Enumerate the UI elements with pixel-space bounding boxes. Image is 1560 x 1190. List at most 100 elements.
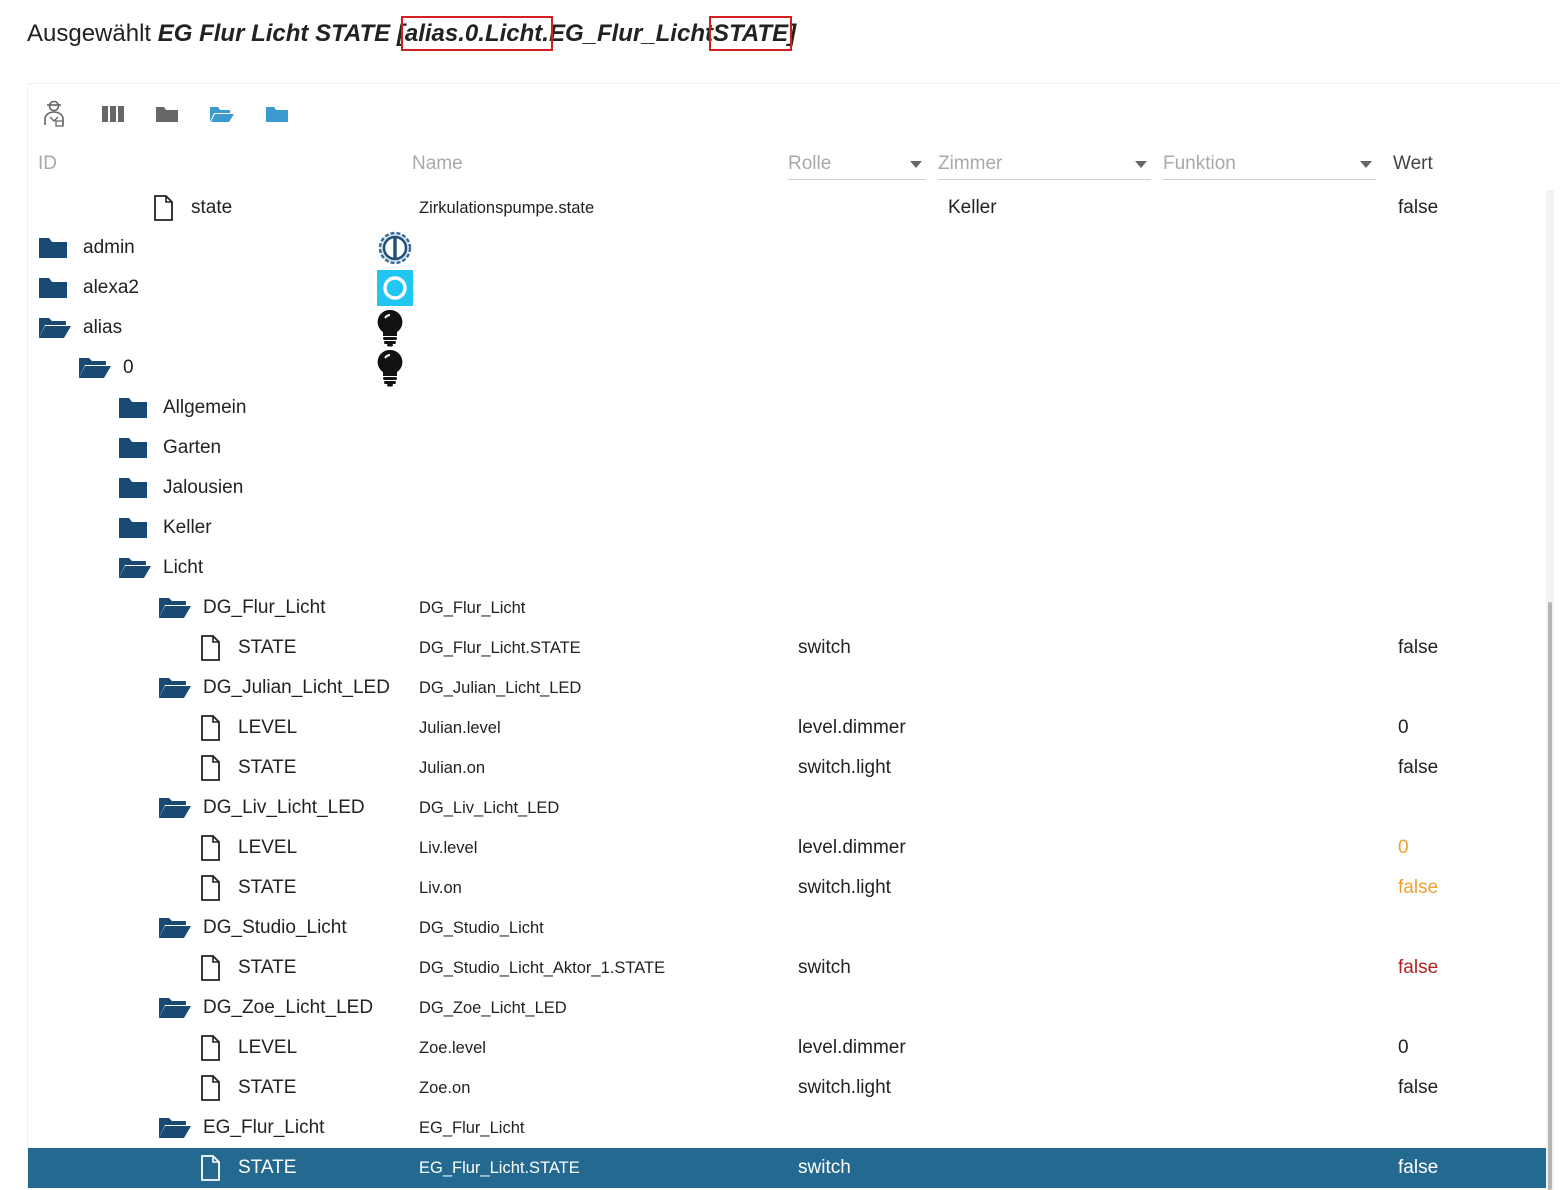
- tree-row[interactable]: alexa2: [28, 268, 1546, 308]
- folder-open-icon[interactable]: [158, 668, 192, 708]
- row-value[interactable]: false: [1398, 628, 1438, 668]
- file-icon: [200, 748, 220, 788]
- row-role: switch: [798, 637, 851, 658]
- zimmer-filter-underline: [938, 179, 1151, 180]
- tree-row[interactable]: DG_Liv_Licht_LED DG_Liv_Licht_LED: [28, 788, 1546, 828]
- folder-open-icon[interactable]: [38, 308, 72, 348]
- tree-row[interactable]: DG_Julian_Licht_LED DG_Julian_Licht_LED: [28, 668, 1546, 708]
- tree-row[interactable]: STATE EG_Flur_Licht.STATE switch false: [28, 1148, 1546, 1188]
- row-id: STATE: [238, 637, 297, 658]
- collapse-all-button[interactable]: [149, 96, 185, 132]
- tree-row[interactable]: Garten: [28, 428, 1546, 468]
- tree-row[interactable]: LEVEL Zoe.level level.dimmer 0: [28, 1028, 1546, 1068]
- row-id: Garten: [163, 437, 222, 458]
- tree-row[interactable]: STATE Zoe.on switch.light false: [28, 1068, 1546, 1108]
- row-value[interactable]: 0: [1398, 708, 1409, 748]
- object-tree: state Zirkulationspumpe.state Keller false a…: [28, 188, 1546, 1188]
- file-icon: [200, 868, 220, 908]
- funktion-filter-underline: [1163, 179, 1376, 180]
- row-value[interactable]: false: [1398, 748, 1438, 788]
- tree-row[interactable]: state Zirkulationspumpe.state Keller false: [28, 188, 1546, 228]
- tree-row[interactable]: STATE DG_Flur_Licht.STATE switch false: [28, 628, 1546, 668]
- folder-icon[interactable]: [38, 268, 68, 308]
- expand-one-level-button[interactable]: [259, 96, 295, 132]
- row-value[interactable]: false: [1398, 1068, 1438, 1108]
- tree-row[interactable]: DG_Studio_Licht DG_Studio_Licht: [28, 908, 1546, 948]
- row-id: STATE: [238, 957, 297, 978]
- tree-row[interactable]: STATE Liv.on switch.light false: [28, 868, 1546, 908]
- file-icon: [200, 1028, 220, 1068]
- row-value[interactable]: false: [1398, 868, 1438, 908]
- folder-open-icon[interactable]: [158, 1108, 192, 1148]
- alexa-logo-icon: [377, 268, 413, 308]
- object-browser: ID Name Rolle Zimmer Funktion Wert state…: [27, 83, 1560, 1190]
- columns-button[interactable]: [95, 96, 131, 132]
- tree-row[interactable]: DG_Zoe_Licht_LED DG_Zoe_Licht_LED: [28, 988, 1546, 1028]
- row-value[interactable]: false: [1398, 1148, 1438, 1188]
- scrollbar-thumb[interactable]: [1548, 602, 1552, 1190]
- row-value[interactable]: 0: [1398, 828, 1409, 868]
- row-name: DG_Julian_Licht_LED: [419, 679, 582, 697]
- id-path-highlight: alias.0.Licht.: [400, 16, 553, 51]
- folder-icon[interactable]: [118, 428, 148, 468]
- id-state-highlight: STATE: [708, 16, 793, 51]
- tree-row[interactable]: Keller: [28, 508, 1546, 548]
- tree-row[interactable]: Jalousien: [28, 468, 1546, 508]
- row-name: DG_Studio_Licht: [419, 919, 544, 937]
- tree-row[interactable]: LEVEL Julian.level level.dimmer 0: [28, 708, 1546, 748]
- row-name: Liv.on: [419, 879, 462, 897]
- tree-row[interactable]: alias: [28, 308, 1546, 348]
- header-zimmer[interactable]: Zimmer: [938, 146, 1002, 182]
- folder-icon[interactable]: [118, 508, 148, 548]
- file-icon: [200, 948, 220, 988]
- row-id: Keller: [163, 517, 212, 538]
- file-icon: [200, 1148, 220, 1188]
- row-id: STATE: [238, 877, 297, 898]
- row-role: level.dimmer: [798, 837, 906, 858]
- row-id: LEVEL: [238, 1037, 298, 1058]
- folder-open-icon[interactable]: [158, 588, 192, 628]
- header-wert[interactable]: Wert: [1393, 146, 1433, 182]
- admin-logo-icon: [377, 228, 413, 268]
- funktion-filter-caret-icon[interactable]: [1360, 161, 1372, 168]
- header-name[interactable]: Name: [412, 146, 463, 182]
- lightbulb-icon: [376, 308, 404, 348]
- header-funktion[interactable]: Funktion: [1163, 146, 1236, 182]
- tree-row[interactable]: DG_Flur_Licht DG_Flur_Licht: [28, 588, 1546, 628]
- header-id[interactable]: ID: [38, 146, 57, 182]
- row-value[interactable]: false: [1398, 948, 1438, 988]
- row-value[interactable]: false: [1398, 188, 1438, 228]
- tree-row[interactable]: admin: [28, 228, 1546, 268]
- folder-open-icon[interactable]: [158, 988, 192, 1028]
- row-id: DG_Liv_Licht_LED: [203, 797, 365, 818]
- folder-icon[interactable]: [38, 228, 68, 268]
- folder-open-icon[interactable]: [158, 908, 192, 948]
- tree-row[interactable]: LEVEL Liv.level level.dimmer 0: [28, 828, 1546, 868]
- expert-mode-button[interactable]: [36, 96, 72, 132]
- row-value[interactable]: 0: [1398, 1028, 1409, 1068]
- expand-all-button[interactable]: [204, 96, 240, 132]
- row-id: STATE: [238, 1077, 297, 1098]
- zimmer-filter-caret-icon[interactable]: [1135, 161, 1147, 168]
- folder-icon[interactable]: [118, 468, 148, 508]
- folder-open-icon[interactable]: [118, 548, 152, 588]
- tree-row[interactable]: 0: [28, 348, 1546, 388]
- folder-open-icon[interactable]: [78, 348, 112, 388]
- row-name: DG_Studio_Licht_Aktor_1.STATE: [419, 959, 666, 977]
- tree-row[interactable]: Licht: [28, 548, 1546, 588]
- folder-open-icon[interactable]: [158, 788, 192, 828]
- tree-row[interactable]: STATE DG_Studio_Licht_Aktor_1.STATE switch…: [28, 948, 1546, 988]
- row-id: DG_Flur_Licht: [203, 597, 326, 618]
- row-id: alexa2: [83, 277, 139, 298]
- selected-object-title: Ausgewählt EG Flur Licht STATE [alias.0.…: [27, 14, 796, 54]
- rolle-filter-caret-icon[interactable]: [910, 161, 922, 168]
- folder-icon[interactable]: [118, 388, 148, 428]
- rolle-filter-underline: [788, 179, 926, 180]
- tree-row[interactable]: EG_Flur_Licht EG_Flur_Licht: [28, 1108, 1546, 1148]
- tree-row[interactable]: Allgemein: [28, 388, 1546, 428]
- tree-row[interactable]: STATE Julian.on switch.light false: [28, 748, 1546, 788]
- title-prefix: Ausgewählt: [27, 20, 152, 47]
- header-rolle[interactable]: Rolle: [788, 146, 831, 182]
- file-icon: [200, 708, 220, 748]
- row-id: STATE: [238, 757, 297, 778]
